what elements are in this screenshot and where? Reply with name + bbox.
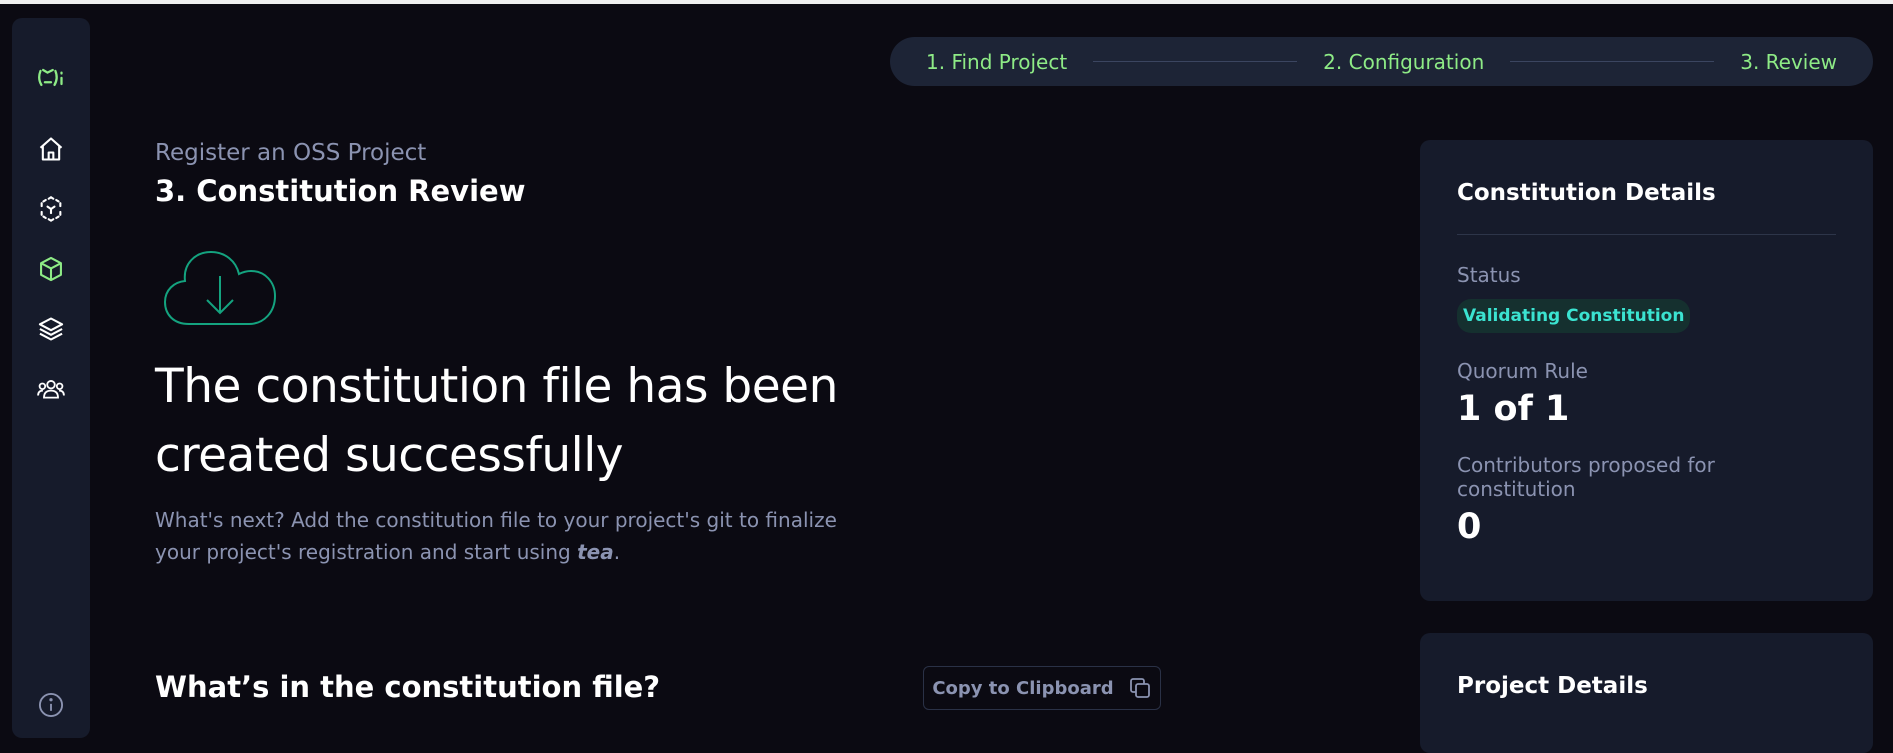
project-details-card: Project Details (1420, 633, 1873, 753)
contributors-label: Contributors proposed for constitution (1457, 453, 1715, 501)
step-find-project[interactable]: 1. Find Project (926, 50, 1067, 74)
window-top-border (0, 0, 1893, 4)
step-configuration[interactable]: 2. Configuration (1323, 50, 1484, 74)
quorum-label: Quorum Rule (1457, 359, 1588, 383)
constitution-file-heading: What’s in the constitution file? (155, 670, 661, 704)
page-title: 3. Constitution Review (155, 174, 526, 208)
step-connector (1510, 61, 1715, 62)
quorum-value: 1 of 1 (1457, 389, 1570, 429)
main-content: Register an OSS Project 3. Constitution … (155, 140, 915, 568)
step-connector (1093, 61, 1298, 62)
users-icon[interactable] (36, 374, 66, 404)
constitution-details-card: Constitution Details Status Validating C… (1420, 140, 1873, 601)
cube-network-icon[interactable] (36, 194, 66, 224)
info-icon[interactable] (36, 690, 66, 720)
status-badge: Validating Constitution (1457, 299, 1691, 333)
card-title: Constitution Details (1457, 180, 1716, 206)
contributors-value: 0 (1457, 507, 1482, 547)
description-text: What's next? Add the constitution file t… (155, 508, 837, 564)
layers-icon[interactable] (36, 314, 66, 344)
step-review[interactable]: 3. Review (1740, 50, 1837, 74)
copy-button-label: Copy to Clipboard (932, 677, 1114, 699)
card-title: Project Details (1457, 673, 1648, 699)
copy-to-clipboard-button[interactable]: Copy to Clipboard (923, 666, 1161, 710)
copy-icon (1129, 678, 1150, 698)
home-icon[interactable] (36, 134, 66, 164)
breadcrumb: Register an OSS Project (155, 140, 427, 166)
status-label: Status (1457, 263, 1521, 287)
package-icon[interactable] (36, 254, 66, 284)
description-end: . (613, 540, 621, 564)
divider (1457, 234, 1836, 235)
progress-stepper: 1. Find Project 2. Configuration 3. Revi… (890, 37, 1873, 86)
sidebar (12, 18, 90, 738)
tea-brand-text: tea (577, 540, 614, 564)
cloud-download-icon (155, 230, 285, 328)
success-heading: The constitution file has been created s… (155, 359, 838, 483)
logo-icon[interactable] (36, 62, 66, 92)
next-steps-description: What's next? Add the constitution file t… (155, 504, 875, 568)
